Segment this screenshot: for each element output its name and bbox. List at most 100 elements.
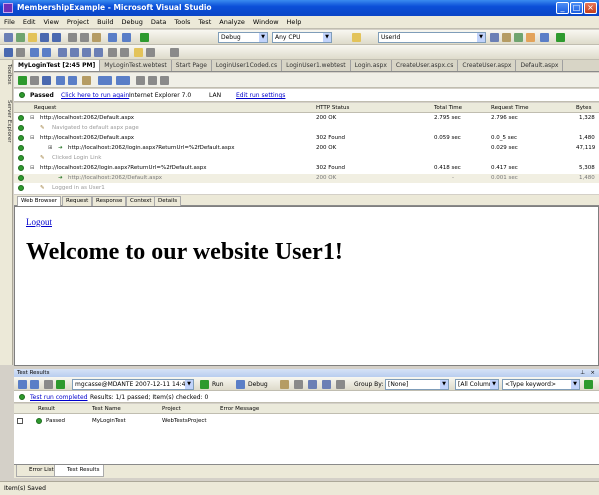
minimize-button[interactable]: _ xyxy=(556,2,569,14)
tab-default-aspx[interactable]: Default.aspx xyxy=(516,60,564,71)
tab-mylogintest-webtest[interactable]: MyLoginTest.webtest xyxy=(100,60,172,71)
next-bookmark-icon[interactable] xyxy=(70,48,79,57)
tab-loginuser1coded[interactable]: LoginUser1Coded.cs xyxy=(212,60,283,71)
menu-data[interactable]: Data xyxy=(147,16,171,26)
menu-tools[interactable]: Tools xyxy=(170,16,194,26)
run-icon[interactable] xyxy=(56,380,65,389)
server-explorer-tab[interactable]: Server Explorer xyxy=(0,100,12,143)
paste-icon[interactable] xyxy=(92,33,101,42)
solution-explorer-icon[interactable] xyxy=(490,33,499,42)
toolbox-tab[interactable]: Toolbox xyxy=(0,64,12,85)
debug-button[interactable]: Debug xyxy=(248,381,268,388)
stop-test-icon[interactable] xyxy=(30,76,39,85)
pin-icon[interactable]: ⊥ xyxy=(580,369,585,377)
find-in-files-icon[interactable] xyxy=(352,33,361,42)
step-icon[interactable] xyxy=(42,76,51,85)
menu-help[interactable]: Help xyxy=(283,16,306,26)
expand-icon[interactable]: ⊟ xyxy=(30,115,35,121)
run-again-link[interactable]: Click here to run again xyxy=(61,92,129,99)
tab-response[interactable]: Response xyxy=(92,196,127,206)
save-all-icon[interactable] xyxy=(52,33,61,42)
menu-file[interactable]: File xyxy=(0,16,19,26)
layout-horizontal-icon[interactable] xyxy=(98,76,112,85)
test-result-row[interactable]: Passed MyLoginTest WebTestsProject xyxy=(14,417,599,427)
col-request[interactable]: Request xyxy=(34,105,56,111)
tab-web-browser[interactable]: Web Browser xyxy=(17,196,62,206)
clear-bookmarks-icon[interactable] xyxy=(94,48,103,57)
stop-icon[interactable] xyxy=(294,380,303,389)
col-project[interactable]: Project xyxy=(162,406,181,412)
tab-createuser-aspx[interactable]: CreateUser.aspx xyxy=(458,60,517,71)
redirect-row-selected[interactable]: ➜ http://localhost:2062/Default.aspx 200… xyxy=(14,174,599,183)
configuration-select[interactable]: Debug ▼ xyxy=(218,32,268,43)
start-debug-icon[interactable] xyxy=(140,33,149,42)
tab-login-aspx[interactable]: Login.aspx xyxy=(351,60,392,71)
result-checkbox[interactable] xyxy=(17,418,23,424)
comment-row[interactable]: ✎ Logged in as User1 xyxy=(14,184,599,193)
more-icon[interactable] xyxy=(170,48,179,57)
show-tree-icon[interactable] xyxy=(56,76,65,85)
find-combo[interactable]: UserId ▼ xyxy=(378,32,486,43)
keyword-filter[interactable]: <Type keyword> ▼ xyxy=(502,379,580,390)
find-icon[interactable] xyxy=(148,76,157,85)
columns-select[interactable]: [All Columns] ▼ xyxy=(455,379,499,390)
platform-select[interactable]: Any CPU ▼ xyxy=(272,32,332,43)
group-by-select[interactable]: [None] ▼ xyxy=(385,379,449,390)
edit-run-settings-link[interactable]: Edit run settings xyxy=(236,92,285,99)
menu-build[interactable]: Build xyxy=(93,16,117,26)
tab-start-page[interactable]: Start Page xyxy=(172,60,212,71)
menu-test[interactable]: Test xyxy=(194,16,215,26)
menu-project[interactable]: Project xyxy=(63,16,93,26)
view-icon[interactable] xyxy=(82,76,91,85)
expand-icon[interactable]: ⊟ xyxy=(30,165,35,171)
run-test-icon[interactable] xyxy=(18,76,27,85)
find-next-icon[interactable] xyxy=(160,76,169,85)
col-test-name[interactable]: Test Name xyxy=(92,406,121,412)
menu-debug[interactable]: Debug xyxy=(118,16,147,26)
command-window-icon[interactable] xyxy=(556,33,565,42)
col-total-time[interactable]: Total Time xyxy=(434,105,462,111)
start-page-icon[interactable] xyxy=(540,33,549,42)
format-icon[interactable] xyxy=(134,48,143,57)
save-icon[interactable] xyxy=(40,33,49,42)
tab-context[interactable]: Context xyxy=(126,196,156,206)
test-run-select[interactable]: mgcasse@MDANTE 2007-12-11 14:45 ▼ xyxy=(72,379,194,390)
align-icon[interactable] xyxy=(146,48,155,57)
export-results-icon[interactable] xyxy=(322,380,331,389)
redirect-row[interactable]: ⊞ ➜ http://localhost:2062/login.aspx?Ret… xyxy=(14,144,599,153)
maximize-button[interactable]: □ xyxy=(570,2,583,14)
group-view-icon[interactable] xyxy=(30,380,39,389)
close-button[interactable]: × xyxy=(584,2,597,14)
menu-window[interactable]: Window xyxy=(249,16,283,26)
apply-filter-icon[interactable] xyxy=(584,380,593,389)
layout-vertical-icon[interactable] xyxy=(116,76,130,85)
col-result[interactable]: Result xyxy=(38,406,55,412)
tab-details[interactable]: Details xyxy=(154,196,182,206)
request-row[interactable]: ⊟ http://localhost:2062/login.aspx?Retur… xyxy=(14,164,599,173)
outdent-icon[interactable] xyxy=(42,48,51,57)
tab-createuser-cs[interactable]: CreateUser.aspx.cs xyxy=(392,60,459,71)
toolbox-icon[interactable] xyxy=(526,33,535,42)
close-pane-icon[interactable]: × xyxy=(590,369,595,377)
menu-analyze[interactable]: Analyze xyxy=(215,16,249,26)
pause-icon[interactable] xyxy=(280,380,289,389)
test-run-completed-link[interactable]: Test run completed xyxy=(30,394,88,401)
undo-icon[interactable] xyxy=(108,33,117,42)
object-browser-icon[interactable] xyxy=(514,33,523,42)
comment-icon[interactable] xyxy=(4,48,13,57)
layout-icon[interactable] xyxy=(108,48,117,57)
col-bytes[interactable]: Bytes xyxy=(576,105,591,111)
prev-bookmark-icon[interactable] xyxy=(82,48,91,57)
copy-icon[interactable] xyxy=(80,33,89,42)
bookmark-icon[interactable] xyxy=(58,48,67,57)
results-view-icon[interactable] xyxy=(18,380,27,389)
tab-mylogintest-result[interactable]: MyLoginTest [2:45 PM] xyxy=(14,60,101,71)
add-item-icon[interactable] xyxy=(16,33,25,42)
refresh-icon[interactable] xyxy=(44,380,53,389)
run-button[interactable]: Run xyxy=(212,381,224,388)
indent-icon[interactable] xyxy=(30,48,39,57)
comment-row[interactable]: ✎ Navigated to default aspx page xyxy=(14,124,599,133)
menu-view[interactable]: View xyxy=(39,16,62,26)
open-icon[interactable] xyxy=(28,33,37,42)
tab-request[interactable]: Request xyxy=(62,196,93,206)
